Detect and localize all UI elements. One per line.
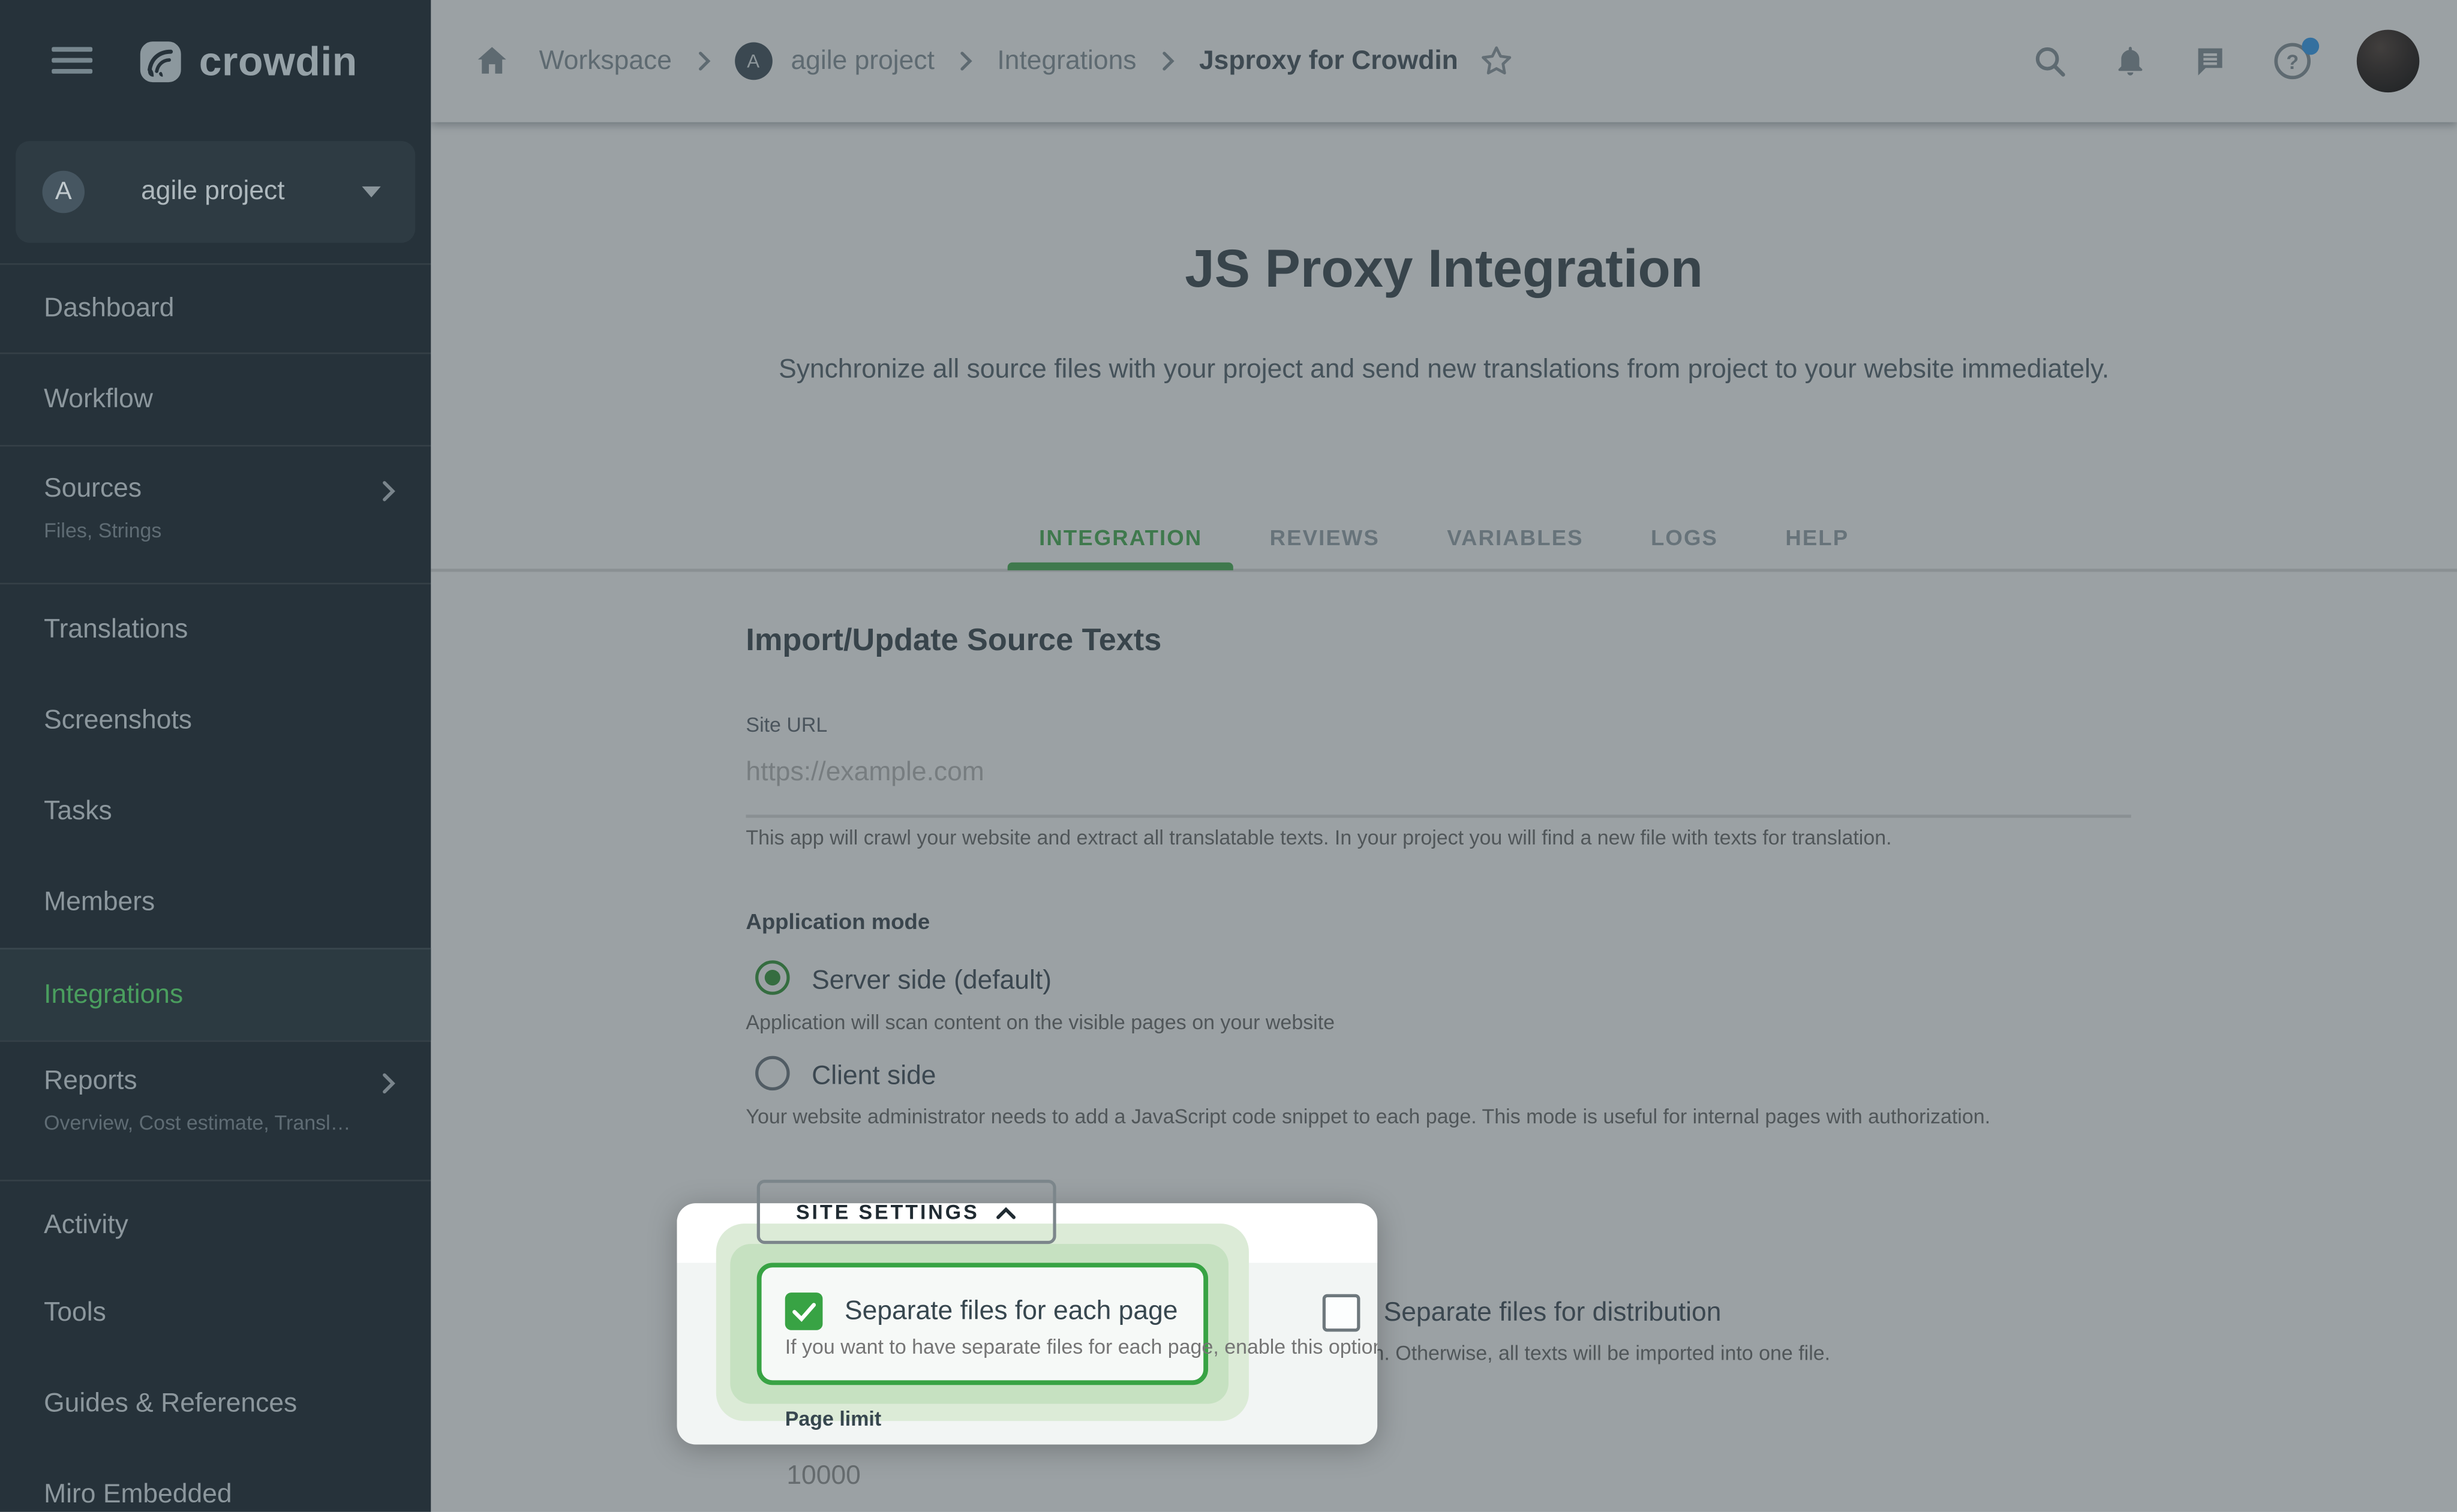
crowdin-logo[interactable]: crowdin — [136, 38, 358, 86]
sidebar-item-tasks[interactable]: Tasks — [0, 766, 431, 855]
sidebar-item-sources-sub: Files, Strings — [44, 518, 162, 542]
separate-pages-label: Separate files for each page — [845, 1295, 1178, 1325]
separate-distribution-checkbox[interactable] — [1322, 1294, 1360, 1332]
site-settings-label: SITE SETTINGS — [795, 1200, 980, 1224]
site-settings-toggle[interactable]: SITE SETTINGS — [756, 1180, 1056, 1245]
sidebar-item-integrations[interactable]: Integrations — [0, 948, 431, 1041]
sidebar-item-workflow[interactable]: Workflow — [0, 352, 431, 445]
sidebar-header: crowdin — [0, 0, 431, 122]
sidebar-item-translations[interactable]: Translations — [0, 582, 431, 675]
chevron-right-icon — [376, 1072, 400, 1103]
sidebar-item-reports[interactable]: Reports Overview, Cost estimate, Transl… — [0, 1040, 431, 1180]
sidebar-item-members[interactable]: Members — [0, 855, 431, 948]
sidebar-item-screenshots[interactable]: Screenshots — [0, 675, 431, 766]
project-selector[interactable]: A agile project — [16, 141, 416, 243]
sidebar: crowdin A agile project Dashboard Workfl… — [0, 0, 431, 1512]
crowdin-logo-text: crowdin — [199, 37, 358, 85]
chevron-right-icon — [376, 479, 400, 510]
menu-hamburger-icon[interactable] — [52, 47, 93, 75]
sidebar-item-activity[interactable]: Activity — [0, 1180, 431, 1267]
sidebar-item-dashboard[interactable]: Dashboard — [0, 263, 431, 353]
sidebar-item-guides[interactable]: Guides & References — [0, 1358, 431, 1450]
app-window: Workspace A agile project Integrations J… — [0, 0, 2457, 1512]
chevron-down-icon — [362, 186, 381, 198]
separate-pages-help: If you want to have separate files for e… — [785, 1334, 1377, 1358]
sidebar-item-reports-sub: Overview, Cost estimate, Transl… — [44, 1111, 351, 1135]
sidebar-item-tools[interactable]: Tools — [0, 1267, 431, 1358]
project-avatar: A — [42, 170, 85, 214]
sidebar-item-sources[interactable]: Sources Files, Strings — [0, 444, 431, 583]
separate-pages-checkbox[interactable] — [785, 1292, 823, 1330]
crowdin-logo-icon — [137, 38, 184, 86]
page-limit-label: Page limit — [785, 1406, 882, 1430]
sidebar-nav: Dashboard Workflow Sources Files, String… — [0, 263, 431, 1512]
sidebar-item-miro-embedded[interactable]: Miro Embedded — [0, 1449, 431, 1511]
chevron-up-icon — [996, 1206, 1016, 1219]
project-name: agile project — [141, 175, 285, 206]
